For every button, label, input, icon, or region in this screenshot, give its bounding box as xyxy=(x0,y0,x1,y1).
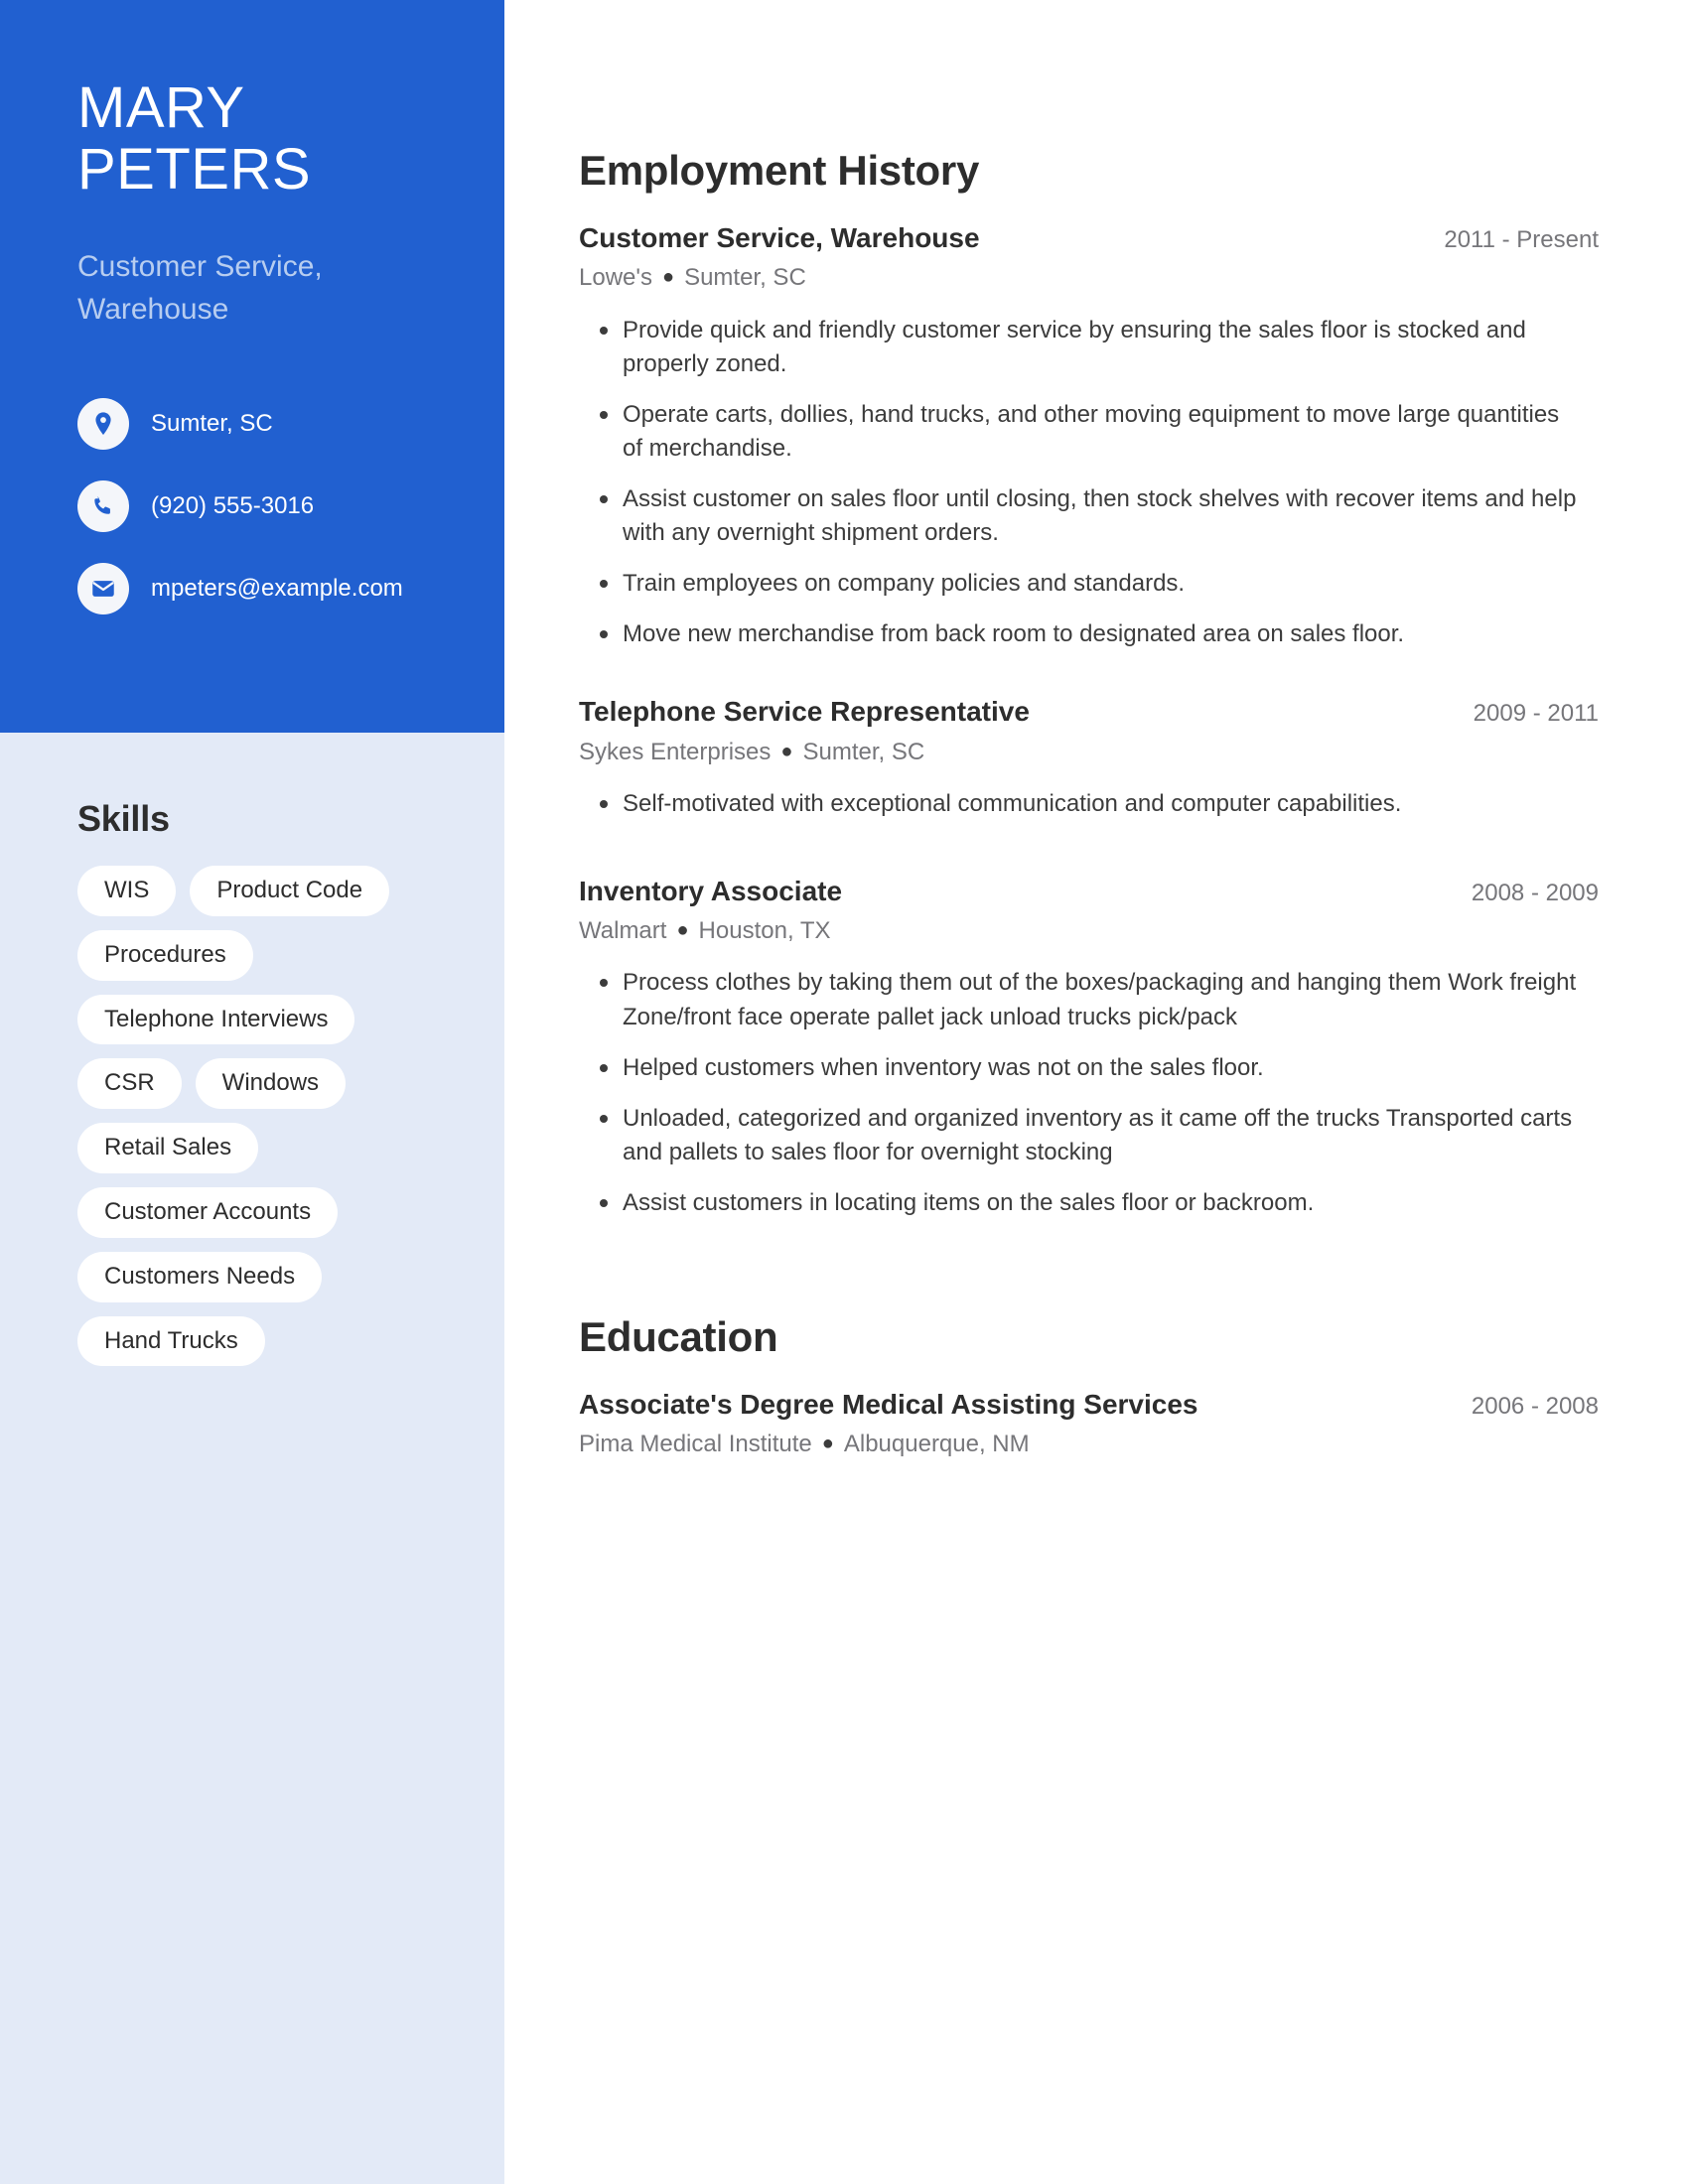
entry-location: Sumter, SC xyxy=(684,264,806,292)
skills-section: Skills WIS Product Code Procedures Telephon… xyxy=(0,733,504,1367)
skill-row: CSR Windows xyxy=(77,1058,465,1110)
entry-bullet-list: Process clothes by taking them out of th… xyxy=(579,966,1599,1219)
skills-list: WIS Product Code Procedures Telephone Inter… xyxy=(77,866,465,1367)
profile-subtitle: Customer Service, Warehouse xyxy=(77,250,323,326)
skill-pill[interactable]: Hand Trucks xyxy=(77,1315,265,1367)
entry-meta: Walmart ● Houston, TX xyxy=(579,915,1599,946)
contact-location-value: Sumter, SC xyxy=(151,409,273,437)
entry-location: Sumter, SC xyxy=(802,738,925,765)
contact-item-phone: (920) 555-3016 xyxy=(77,480,433,533)
entry-header: Customer Service, Warehouse 2011 - Presen… xyxy=(579,220,1599,256)
entry-header: Associate's Degree Medical Assisting Ser… xyxy=(579,1387,1599,1423)
entry-header: Inventory Associate 2008 - 2009 xyxy=(579,874,1599,909)
last-name: PETERS xyxy=(77,137,312,203)
skill-pill[interactable]: Telephone Interviews xyxy=(77,994,355,1045)
entry-date: 2008 - 2009 xyxy=(1471,879,1599,906)
entry-bullet: Train employees on company policies and … xyxy=(579,567,1582,601)
email-icon xyxy=(77,563,129,615)
contact-list: Sumter, SC (920) 555-3016 mpeters@exampl… xyxy=(77,398,433,615)
entry-date: 2006 - 2008 xyxy=(1471,1392,1599,1420)
entry-bullet: Self-motivated with exceptional communic… xyxy=(579,787,1582,821)
entry-company: Walmart xyxy=(579,917,667,945)
skill-pill[interactable]: Product Code xyxy=(190,866,390,916)
phone-icon xyxy=(77,480,129,533)
contact-item-location: Sumter, SC xyxy=(77,398,433,451)
contact-item-email: mpeters@example.com xyxy=(77,563,433,615)
entry-title: Associate's Degree Medical Assisting Ser… xyxy=(579,1388,1198,1420)
entry-date: 2009 - 2011 xyxy=(1473,700,1599,728)
entry-bullet: Assist customers in locating items on th… xyxy=(579,1186,1582,1220)
skill-row: Hand Trucks xyxy=(77,1315,465,1367)
skill-pill[interactable]: WIS xyxy=(77,866,177,916)
employment-history-title: Employment History xyxy=(579,147,980,194)
skill-row: WIS Product Code xyxy=(77,866,465,916)
skill-pill[interactable]: Customer Accounts xyxy=(77,1186,339,1238)
entry-title: Inventory Associate xyxy=(579,875,843,906)
employment-entry: Telephone Service Representative 2009 - 2… xyxy=(579,694,1599,821)
entry-spacer xyxy=(579,838,1599,874)
contact-phone-value: (920) 555-3016 xyxy=(151,491,315,519)
entry-company: Lowe's xyxy=(579,264,652,292)
skill-row: Retail Sales xyxy=(77,1123,465,1173)
entry-meta: Lowe's ● Sumter, SC xyxy=(579,262,1599,293)
entry-bullet: Operate carts, dollies, hand trucks, and… xyxy=(579,398,1582,466)
entry-location: Albuquerque, NM xyxy=(843,1431,1030,1458)
sidebar-header: MARY PETERS Customer Service, Warehouse … xyxy=(0,0,504,733)
education-entry: Associate's Degree Medical Assisting Ser… xyxy=(579,1387,1599,1460)
entry-bullet: Helped customers when inventory was not … xyxy=(579,1051,1582,1085)
entry-date: 2011 - Present xyxy=(1444,226,1599,253)
entry-title: Telephone Service Representative xyxy=(579,696,1030,728)
first-name: MARY xyxy=(77,75,245,140)
entry-school: Pima Medical Institute xyxy=(579,1431,812,1458)
employment-entry: Customer Service, Warehouse 2011 - Presen… xyxy=(579,220,1599,651)
sidebar: MARY PETERS Customer Service, Warehouse … xyxy=(0,0,504,2184)
entry-bullet: Provide quick and friendly customer serv… xyxy=(579,314,1582,381)
resume-page: MARY PETERS Customer Service, Warehouse … xyxy=(0,0,1688,2184)
skill-row: Customers Needs xyxy=(77,1251,465,1302)
meta-separator-icon: ● xyxy=(661,266,675,289)
skill-row: Procedures xyxy=(77,929,465,981)
meta-separator-icon: ● xyxy=(676,919,689,942)
entry-header: Telephone Service Representative 2009 - 2… xyxy=(579,694,1599,730)
main-content: Employment History Customer Service, War… xyxy=(504,0,1688,2184)
entry-bullet-list: Self-motivated with exceptional communic… xyxy=(579,787,1599,821)
entry-bullet: Assist customer on sales floor until clo… xyxy=(579,482,1582,550)
meta-separator-icon: ● xyxy=(780,740,793,762)
skill-pill[interactable]: Procedures xyxy=(77,929,253,981)
contact-email-value: mpeters@example.com xyxy=(151,574,403,602)
skill-pill[interactable]: CSR xyxy=(77,1058,182,1110)
entry-bullet: Unloaded, categorized and organized inve… xyxy=(579,1102,1582,1169)
meta-separator-icon: ● xyxy=(821,1433,834,1455)
skill-pill[interactable]: Customers Needs xyxy=(77,1251,323,1302)
skills-title: Skills xyxy=(77,798,170,839)
skill-pill[interactable]: Windows xyxy=(195,1058,347,1110)
education-entries: Associate's Degree Medical Assisting Ser… xyxy=(579,1387,1599,1460)
skill-row: Telephone Interviews xyxy=(77,994,465,1045)
name-block: MARY PETERS xyxy=(77,75,433,203)
entry-title: Customer Service, Warehouse xyxy=(579,222,980,253)
location-pin-icon xyxy=(77,398,129,451)
skill-pill[interactable]: Retail Sales xyxy=(77,1123,259,1173)
entry-bullet-list: Provide quick and friendly customer serv… xyxy=(579,314,1599,652)
employment-entry: Inventory Associate 2008 - 2009 Walmart ● Ho… xyxy=(579,874,1599,1220)
entry-meta: Pima Medical Institute ● Albuquerque, NM xyxy=(579,1429,1599,1459)
skill-row: Customer Accounts xyxy=(77,1186,465,1238)
education-title: Education xyxy=(579,1312,778,1360)
entry-location: Houston, TX xyxy=(698,917,831,945)
employment-entries: Customer Service, Warehouse 2011 - Presen… xyxy=(579,220,1599,1220)
entry-meta: Sykes Enterprises ● Sumter, SC xyxy=(579,737,1599,767)
entry-spacer xyxy=(579,668,1599,694)
entry-bullet: Process clothes by taking them out of th… xyxy=(579,966,1582,1033)
entry-bullet: Move new merchandise from back room to d… xyxy=(579,617,1582,651)
entry-company: Sykes Enterprises xyxy=(579,738,772,765)
